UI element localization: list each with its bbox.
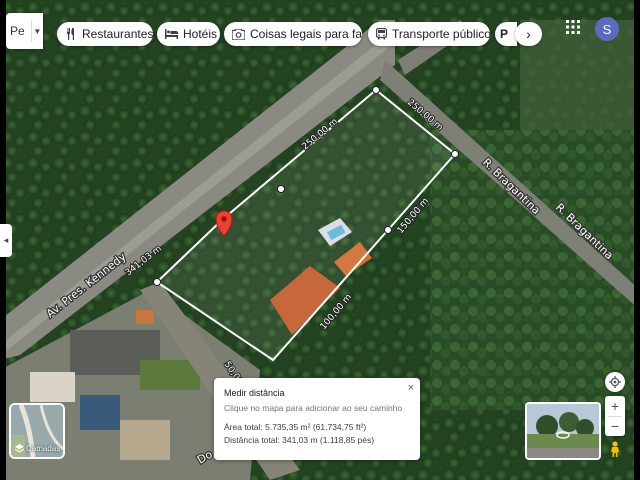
measure-point[interactable] <box>451 150 459 158</box>
layers-button[interactable]: Camadas <box>9 403 65 459</box>
chip-label: Restaurantes <box>82 27 153 41</box>
chip-parking[interactable]: P <box>495 22 517 46</box>
chip-label: Hotéis <box>183 27 218 41</box>
chevron-left-icon: ◂ <box>3 235 9 245</box>
building <box>30 372 75 402</box>
chip-label: P <box>500 27 509 41</box>
pegman-icon[interactable] <box>606 440 624 458</box>
chevron-right-icon: › <box>526 26 531 42</box>
building <box>120 420 170 460</box>
street-view-thumbnail[interactable] <box>525 402 601 460</box>
zoom-controls: + − <box>605 396 625 436</box>
search-input[interactable]: Pe <box>6 24 31 38</box>
collapse-panel-button[interactable]: ◂ <box>0 224 12 257</box>
restaurant-icon <box>67 28 74 40</box>
bus-icon <box>376 28 387 40</box>
search-box[interactable]: Pe ▼ <box>6 13 43 49</box>
building <box>80 395 120 430</box>
measure-point[interactable] <box>372 86 380 94</box>
measure-point[interactable] <box>384 226 392 234</box>
layers-label-wrap: Camadas <box>15 444 60 453</box>
chip-label: Coisas legais para fa... <box>250 27 362 41</box>
measure-point[interactable] <box>277 185 285 193</box>
roof <box>136 310 154 324</box>
measure-hint: Clique no mapa para adicionar ao seu cam… <box>224 403 403 413</box>
zoom-in-button[interactable]: + <box>611 397 619 416</box>
bed-icon <box>165 29 178 39</box>
close-icon[interactable]: × <box>408 382 414 394</box>
chip-restaurants[interactable]: Restaurantes <box>57 22 153 46</box>
location-target-icon <box>609 376 621 388</box>
measure-distance: Distância total: 341,03 m (1.118,85 pés) <box>224 435 375 445</box>
measure-area: Área total: 5.735,35 m² (61.734,75 ft²) <box>224 422 367 432</box>
measure-title: Medir distância <box>224 388 285 398</box>
layers-label: Camadas <box>26 444 61 453</box>
chip-label: Transporte público <box>392 27 490 41</box>
street-view-preview <box>527 404 599 458</box>
chip-things-to-do[interactable]: Coisas legais para fa... <box>224 22 362 46</box>
apps-grid-icon[interactable] <box>566 20 580 39</box>
chips-next-button[interactable]: › <box>515 22 542 46</box>
camera-icon <box>232 28 245 40</box>
my-location-button[interactable] <box>605 372 625 392</box>
avatar[interactable]: S <box>595 17 619 41</box>
zoom-out-button[interactable]: − <box>611 417 619 436</box>
measure-distance-card: Medir distância Clique no mapa para adic… <box>214 378 420 460</box>
layers-icon <box>15 444 24 453</box>
chevron-down-icon[interactable]: ▼ <box>30 20 43 42</box>
chip-hotels[interactable]: Hotéis <box>157 22 220 46</box>
chip-transit[interactable]: Transporte público <box>368 22 490 46</box>
measure-point[interactable] <box>153 278 161 286</box>
